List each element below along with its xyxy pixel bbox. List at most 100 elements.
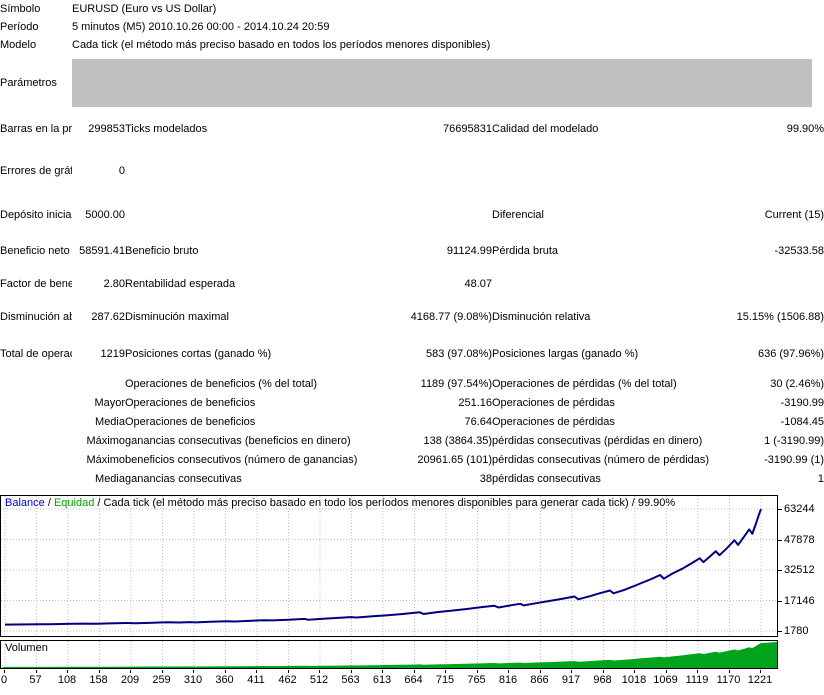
header-row: Período5 minutos (M5) 2010.10.26 00:00 -… bbox=[0, 18, 824, 36]
stat-cell: Disminución absoluta bbox=[0, 300, 72, 334]
x-axis-label: 1221 bbox=[748, 674, 772, 686]
legend-balance-label: Balance bbox=[5, 497, 45, 509]
stat-cell: -32533.58 bbox=[728, 234, 824, 268]
x-tick-mark bbox=[729, 670, 730, 673]
stat-row: Beneficio neto total58591.41Beneficio br… bbox=[0, 234, 824, 268]
y-tick-mark bbox=[778, 509, 782, 510]
x-axis-label: 765 bbox=[467, 674, 485, 686]
stat-cell: 2.80 bbox=[72, 268, 125, 300]
volume-bars bbox=[1, 642, 777, 668]
x-axis-label: 1069 bbox=[653, 674, 677, 686]
strategy-tester-report: SímboloEURUSD (Euro vs US Dollar)Período… bbox=[0, 0, 824, 695]
x-axis-label: 816 bbox=[499, 674, 517, 686]
x-axis-label: 209 bbox=[121, 674, 139, 686]
stat-cell: Rentabilidad esperada bbox=[125, 268, 375, 300]
balance-chart: Balance / Equidad / Cada tick (el método… bbox=[0, 495, 778, 637]
x-tick-mark bbox=[288, 670, 289, 673]
x-tick-mark bbox=[193, 670, 194, 673]
stat-cell bbox=[125, 196, 375, 234]
stat-cell bbox=[0, 431, 72, 450]
header-label: Parámetros bbox=[0, 54, 72, 112]
stat-row: Disminución absoluta287.62Disminución ma… bbox=[0, 300, 824, 334]
x-axis-label: 310 bbox=[184, 674, 202, 686]
header-label: Símbolo bbox=[0, 0, 72, 18]
x-tick-mark bbox=[130, 670, 131, 673]
stat-cell bbox=[375, 196, 492, 234]
stat-cell: 91124.99 bbox=[375, 234, 492, 268]
stat-cell: 0 bbox=[72, 146, 125, 196]
stat-cell: 5000.00 bbox=[72, 196, 125, 234]
x-axis-label: 108 bbox=[58, 674, 76, 686]
stat-row: Depósito inicial5000.00DiferencialCurren… bbox=[0, 196, 824, 234]
stat-cell: 287.62 bbox=[72, 300, 125, 334]
x-axis-label: 1119 bbox=[686, 674, 709, 686]
x-tick-mark bbox=[256, 670, 257, 673]
stat-cell: Operaciones de beneficios bbox=[125, 393, 375, 412]
stat-cell: 15.15% (1506.88) bbox=[728, 300, 824, 334]
x-tick-mark bbox=[445, 670, 446, 673]
stat-cell bbox=[0, 450, 72, 469]
y-axis-label: 32512 bbox=[784, 564, 815, 576]
stat-cell: Depósito inicial bbox=[0, 196, 72, 234]
x-tick-mark bbox=[67, 670, 68, 673]
stat-row: Errores de gráficos mal agrupados0 bbox=[0, 146, 824, 196]
volume-chart: Volumen bbox=[0, 640, 778, 669]
stat-cell: 1 (-3190.99) bbox=[728, 431, 824, 450]
stat-cell: 251.16 bbox=[375, 393, 492, 412]
x-tick-mark bbox=[508, 670, 509, 673]
y-tick-mark bbox=[778, 631, 782, 632]
stat-cell bbox=[375, 146, 492, 196]
stats-table-body: SímboloEURUSD (Euro vs US Dollar)Período… bbox=[0, 0, 824, 488]
x-tick-mark bbox=[414, 670, 415, 673]
x-axis-label: 664 bbox=[404, 674, 422, 686]
stat-cell: Beneficio bruto bbox=[125, 234, 375, 268]
x-tick-mark bbox=[540, 670, 541, 673]
stat-cell: Media bbox=[72, 412, 125, 431]
stat-cell: 138 (3864.35) bbox=[375, 431, 492, 450]
x-axis-label: 0 bbox=[1, 674, 7, 686]
stat-cell: Máximo bbox=[72, 450, 125, 469]
stat-row: MediaOperaciones de beneficios76.64Opera… bbox=[0, 412, 824, 431]
stat-cell: Diferencial bbox=[492, 196, 728, 234]
x-tick-mark bbox=[36, 670, 37, 673]
header-value: 5 minutos (M5) 2010.10.26 00:00 - 2014.1… bbox=[72, 18, 824, 36]
stat-cell bbox=[0, 393, 72, 412]
stat-cell: 1189 (97.54%) bbox=[375, 374, 492, 393]
legend-separator: / bbox=[45, 497, 54, 509]
stat-row: Máximobeneficios consecutivos (número de… bbox=[0, 450, 824, 469]
stat-cell bbox=[72, 374, 125, 393]
stat-cell: 76.64 bbox=[375, 412, 492, 431]
stat-cell: Operaciones de pérdidas bbox=[492, 393, 728, 412]
stat-cell bbox=[492, 146, 728, 196]
chart-area: Balance / Equidad / Cada tick (el método… bbox=[0, 495, 824, 690]
x-tick-mark bbox=[634, 670, 635, 673]
stat-row: Factor de beneficio2.80Rentabilidad espe… bbox=[0, 268, 824, 300]
x-tick-mark bbox=[760, 670, 761, 673]
stat-cell: Media bbox=[72, 469, 125, 488]
stat-cell: Barras en la prueba bbox=[0, 112, 72, 146]
legend-equity-label: Equidad bbox=[54, 497, 94, 509]
y-axis: 632444787832512171461780 bbox=[778, 495, 824, 640]
x-tick-mark bbox=[382, 670, 383, 673]
volume-plot bbox=[1, 641, 777, 668]
stat-cell: 58591.41 bbox=[72, 234, 125, 268]
y-axis-label: 63244 bbox=[784, 503, 815, 515]
stat-cell bbox=[0, 469, 72, 488]
x-tick-mark bbox=[603, 670, 604, 673]
stat-cell: pérdidas consecutivas bbox=[492, 469, 728, 488]
stat-cell: 1219 bbox=[72, 334, 125, 374]
header-row: Parámetros bbox=[0, 54, 824, 112]
stat-cell: Operaciones de pérdidas (% del total) bbox=[492, 374, 728, 393]
stat-cell: 38 bbox=[375, 469, 492, 488]
stat-cell: ganancias consecutivas (beneficios en di… bbox=[125, 431, 375, 450]
stat-cell: Pérdida bruta bbox=[492, 234, 728, 268]
stat-cell bbox=[0, 412, 72, 431]
stat-cell: 1 bbox=[728, 469, 824, 488]
x-axis-label: 512 bbox=[310, 674, 328, 686]
x-axis-label: 866 bbox=[530, 674, 548, 686]
x-axis-label: 360 bbox=[215, 674, 233, 686]
stat-cell bbox=[492, 268, 728, 300]
x-axis-label: 917 bbox=[562, 674, 580, 686]
stat-cell bbox=[0, 374, 72, 393]
stat-cell: 583 (97.08%) bbox=[375, 334, 492, 374]
